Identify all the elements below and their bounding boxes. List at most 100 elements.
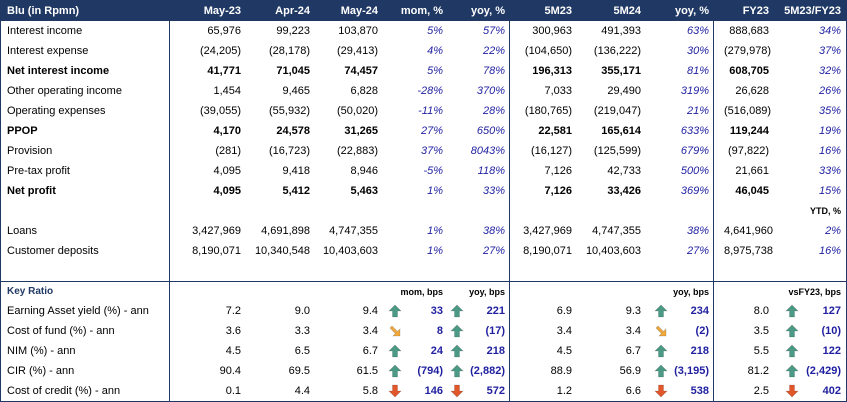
ratio-label: Cost of credit (%) - ann (7, 385, 121, 397)
cell-value: 4,747,355 (592, 225, 641, 237)
ratio-value: 3.3 (294, 325, 310, 337)
cell-value: 4,095 (213, 165, 241, 177)
ratio-value: 1.2 (556, 385, 572, 397)
cell-value: 4,170 (213, 125, 241, 137)
ratio-value: 5.8 (362, 385, 378, 397)
cell-value: -5% (423, 165, 443, 177)
pl-row: Provision (281) (16,723) (22,883) 37% 8043% (1… (1, 141, 846, 161)
cell-value: 63% (686, 25, 709, 37)
ratio-value: 2.5 (753, 385, 769, 397)
cell-value: 65,976 (207, 25, 241, 37)
cell-value: (136,222) (593, 45, 641, 57)
bps-change: (2) (695, 325, 709, 337)
cell-value: 369% (680, 185, 709, 197)
cell-value: 5% (427, 25, 443, 37)
cell-value: 6,828 (350, 85, 378, 97)
ratio-value: 4.5 (556, 345, 572, 357)
cell-value: 42,733 (607, 165, 641, 177)
ratio-row: CIR (%) - ann 90.4 69.5 61.5 88.9 56.9 81.2 (79… (1, 361, 846, 381)
cell-value: 633% (680, 125, 709, 137)
divider-ytd (713, 1, 714, 401)
cell-value: 32% (818, 65, 841, 77)
cell-value: (97,822) (728, 145, 769, 157)
ytd-row: YTD, % (1, 201, 846, 221)
cell-value: 370% (476, 85, 505, 97)
ratio-label: Cost of fund (%) - ann (7, 325, 115, 337)
cell-value: 8043% (470, 145, 505, 157)
cell-value: 27% (686, 245, 709, 257)
bps-change: 122 (822, 345, 841, 357)
cell-value: 24,578 (276, 125, 310, 137)
cell-value: (180,765) (524, 105, 572, 117)
cell-value: 103,870 (338, 25, 378, 37)
cell-value: (50,020) (337, 105, 378, 117)
cell-value: 46,045 (735, 185, 769, 197)
cell-value: 500% (680, 165, 709, 177)
bps-change: 218 (486, 345, 505, 357)
ratio-row: NIM (%) - ann 4.5 6.5 6.7 4.5 6.7 5.5 24 218 218 1… (1, 341, 846, 361)
cell-value: 5% (427, 65, 443, 77)
cell-value: 33,426 (607, 185, 641, 197)
row-label: Operating expenses (7, 105, 106, 117)
cell-value: 37% (818, 45, 841, 57)
cell-value: 319% (680, 85, 709, 97)
cell-value: 10,340,548 (254, 245, 310, 257)
cell-value: 2% (825, 225, 841, 237)
cell-value: (279,978) (724, 45, 772, 57)
bps-change: (794) (417, 365, 443, 377)
row-label: PPOP (7, 125, 38, 137)
ratio-value: 61.5 (356, 365, 378, 377)
ratio-value: 3.6 (225, 325, 241, 337)
bps-change: 234 (690, 305, 709, 317)
cell-value: 9,465 (282, 85, 310, 97)
ratio-value: 3.4 (556, 325, 572, 337)
cell-value: 3,427,969 (523, 225, 572, 237)
ratio-value: 4.4 (294, 385, 310, 397)
cell-value: 7,126 (544, 185, 572, 197)
cell-value: 31,265 (344, 125, 378, 137)
ratio-row: Earning Asset yield (%) - ann 7.2 9.0 9.4 6.… (1, 301, 846, 321)
cell-value: 41,771 (207, 65, 241, 77)
vsfy23-bps-label: vsFY23, bps (788, 287, 841, 297)
divider-monthly (509, 1, 510, 401)
cell-value: 35% (818, 105, 841, 117)
bps-change: 8 (436, 325, 443, 337)
col-yoy-5m: yoy, % (674, 5, 709, 17)
ratio-header-row: Key Ratio mom, bps yoy, bps yoy, bps vsF… (1, 283, 846, 301)
ratio-value: 6.5 (294, 345, 310, 357)
cell-value: 78% (482, 65, 505, 77)
cell-value: 38% (686, 225, 709, 237)
cell-value: 22% (482, 45, 505, 57)
col-may24: May-24 (340, 5, 378, 17)
ratio-value: 7.2 (225, 305, 241, 317)
cell-value: 1,454 (213, 85, 241, 97)
cell-value: 5,412 (282, 185, 310, 197)
cell-value: 1% (427, 225, 443, 237)
pl-row: PPOP 4,170 24,578 31,265 27% 650% 22,581 165,61… (1, 121, 846, 141)
ratio-value: 0.1 (225, 385, 241, 397)
cell-value: 26,628 (735, 85, 769, 97)
cell-value: 196,313 (532, 65, 572, 77)
bps-change: (2,429) (806, 365, 841, 377)
cell-value: 4,747,355 (329, 225, 378, 237)
ratio-value: 6.6 (625, 385, 641, 397)
col-yoy: yoy, % (470, 5, 505, 17)
row-label: Provision (7, 145, 53, 157)
ratio-label: Earning Asset yield (%) - ann (7, 305, 149, 317)
cell-value: 33% (818, 165, 841, 177)
cell-value: -11% (418, 105, 443, 117)
ratio-value: 9.4 (362, 305, 378, 317)
cell-value: 355,171 (601, 65, 641, 77)
ratio-value: 8.0 (753, 305, 769, 317)
cell-value: 119,244 (729, 125, 769, 137)
bps-change: 538 (690, 385, 709, 397)
divider-label (169, 1, 170, 401)
row-label: Loans (7, 225, 37, 237)
ratio-value: 90.4 (219, 365, 241, 377)
ratio-value: 5.5 (753, 345, 769, 357)
cell-value: 608,705 (729, 65, 769, 77)
ratio-row: Cost of credit (%) - ann 0.1 4.4 5.8 1.2 6.6 2… (1, 381, 846, 401)
ytd-label: YTD, % (809, 206, 841, 216)
cell-value: -28% (417, 85, 443, 97)
bps-change: 402 (822, 385, 841, 397)
